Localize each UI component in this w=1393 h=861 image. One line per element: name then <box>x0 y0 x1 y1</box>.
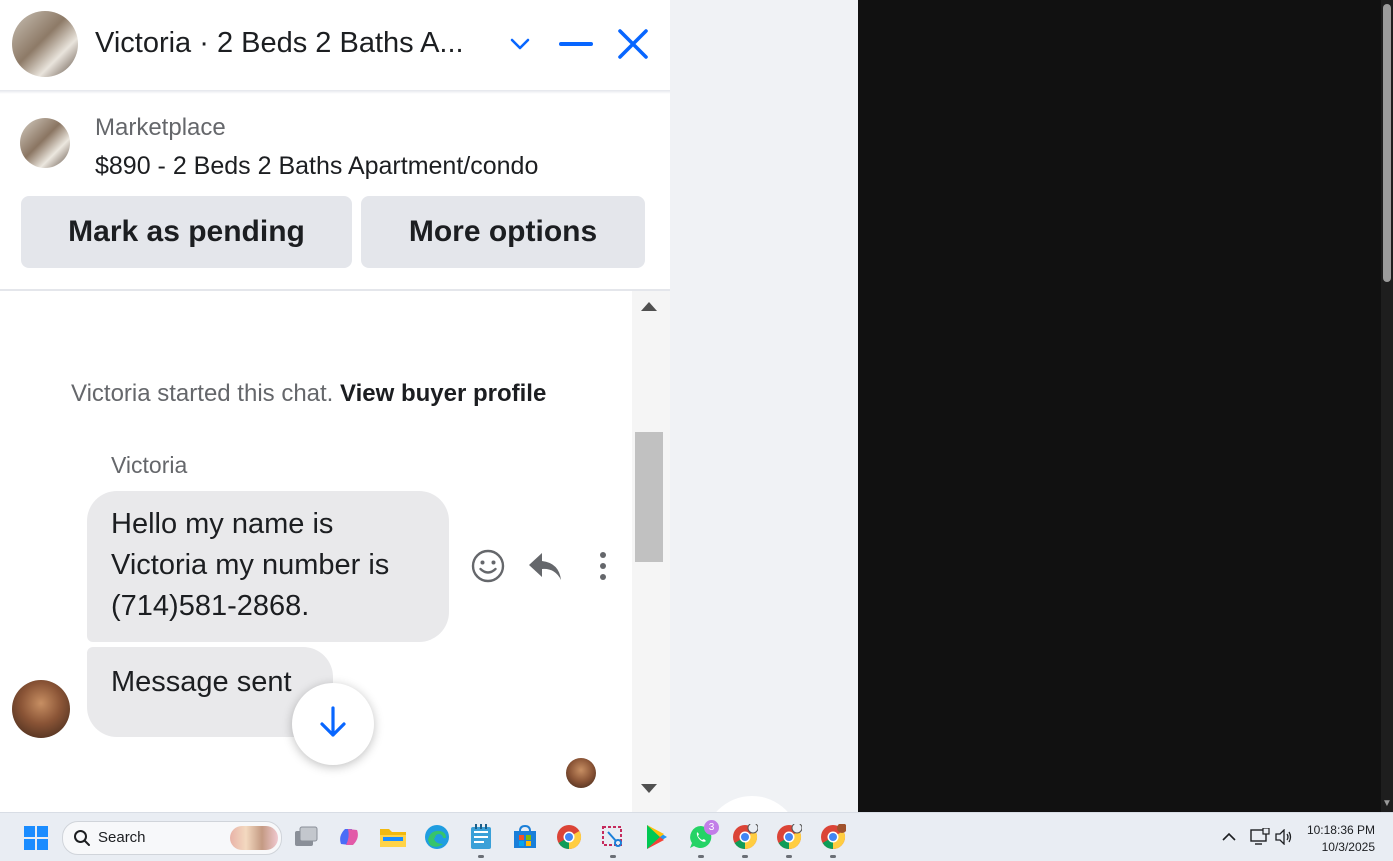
windows-start-icon[interactable] <box>24 826 48 850</box>
running-indicator <box>610 855 616 858</box>
file-explorer-icon[interactable] <box>378 822 408 852</box>
edge-icon[interactable] <box>422 822 452 852</box>
dark-panel <box>858 0 1381 812</box>
chevron-up-icon[interactable] <box>1219 827 1239 847</box>
started-text: Victoria started this chat. <box>71 380 334 407</box>
chat-started-notice: Victoria started this chat. View buyer p… <box>71 380 546 408</box>
listing-title[interactable]: $890 - 2 Beds 2 Baths Apartment/condo <box>95 152 538 181</box>
clock-date: 10/3/2025 <box>1321 840 1375 854</box>
search-highlight-image <box>230 826 278 850</box>
taskbar-search[interactable]: Search <box>62 821 282 855</box>
system-clock[interactable]: 10:18:36 PM 10/3/2025 <box>1307 822 1375 856</box>
listing-thumbnail[interactable] <box>20 118 70 168</box>
chat-window: Victoria · 2 Beds 2 Baths A... Marketpla… <box>0 0 670 812</box>
running-indicator <box>742 855 748 858</box>
arrow-down-icon <box>318 705 348 744</box>
running-indicator <box>786 855 792 858</box>
scroll-up-arrow[interactable] <box>641 302 657 311</box>
conversation-scrollbar-thumb[interactable] <box>635 432 663 562</box>
network-icon[interactable] <box>1250 827 1270 847</box>
reply-icon[interactable] <box>525 546 565 586</box>
chrome-profile-icon[interactable] <box>730 822 760 852</box>
copilot-icon[interactable] <box>334 822 364 852</box>
notification-badge: 3 <box>704 820 719 835</box>
listing-label: Marketplace <box>95 114 226 141</box>
chrome-profile-icon[interactable] <box>818 822 848 852</box>
minimize-icon[interactable] <box>555 22 597 66</box>
notepad-icon[interactable] <box>466 822 496 852</box>
volume-icon[interactable] <box>1274 827 1294 847</box>
more-options-button[interactable]: More options <box>361 196 645 268</box>
sender-name: Victoria <box>111 452 188 478</box>
scroll-down-arrow[interactable] <box>641 784 657 793</box>
chat-title[interactable]: Victoria · 2 Beds 2 Baths A... <box>95 27 464 60</box>
message-text: Hello my name is Victoria my number is (… <box>111 508 390 622</box>
snipping-tool-icon[interactable] <box>598 822 628 852</box>
running-indicator <box>830 855 836 858</box>
search-placeholder: Search <box>98 829 146 846</box>
avatar[interactable] <box>12 680 70 738</box>
store-icon[interactable] <box>510 822 540 852</box>
chat-header: Victoria · 2 Beds 2 Baths A... <box>0 0 670 90</box>
more-vertical-icon[interactable] <box>583 546 623 586</box>
read-receipt-avatar <box>566 758 596 788</box>
whatsapp-icon[interactable]: 3 <box>686 820 719 852</box>
task-view-icon[interactable] <box>291 822 321 852</box>
play-store-icon[interactable] <box>642 822 672 852</box>
chrome-icon[interactable] <box>554 822 584 852</box>
clock-time: 10:18:36 PM <box>1306 823 1375 837</box>
page-scroll-down-arrow[interactable]: ▼ <box>1382 798 1392 809</box>
running-indicator <box>698 855 704 858</box>
taskbar: Search 3 10:18:36 PM 10/3/2025 <box>0 812 1393 861</box>
smiley-icon[interactable] <box>468 546 508 586</box>
mark-as-pending-button[interactable]: Mark as pending <box>21 196 352 268</box>
message-text: Message sent <box>111 666 292 698</box>
running-indicator <box>478 855 484 858</box>
view-buyer-profile-link[interactable]: View buyer profile <box>340 380 546 407</box>
header-divider <box>0 90 670 94</box>
page-scrollbar-thumb[interactable] <box>1383 4 1391 282</box>
chevron-down-icon[interactable] <box>499 22 541 66</box>
jump-to-latest-button[interactable] <box>292 683 374 765</box>
search-icon <box>73 829 91 852</box>
chrome-profile-icon[interactable] <box>774 822 804 852</box>
listing-avatar[interactable] <box>12 11 78 77</box>
message-bubble[interactable]: Hello my name is Victoria my number is (… <box>87 491 449 642</box>
close-icon[interactable] <box>612 22 654 66</box>
page-background <box>670 0 858 812</box>
